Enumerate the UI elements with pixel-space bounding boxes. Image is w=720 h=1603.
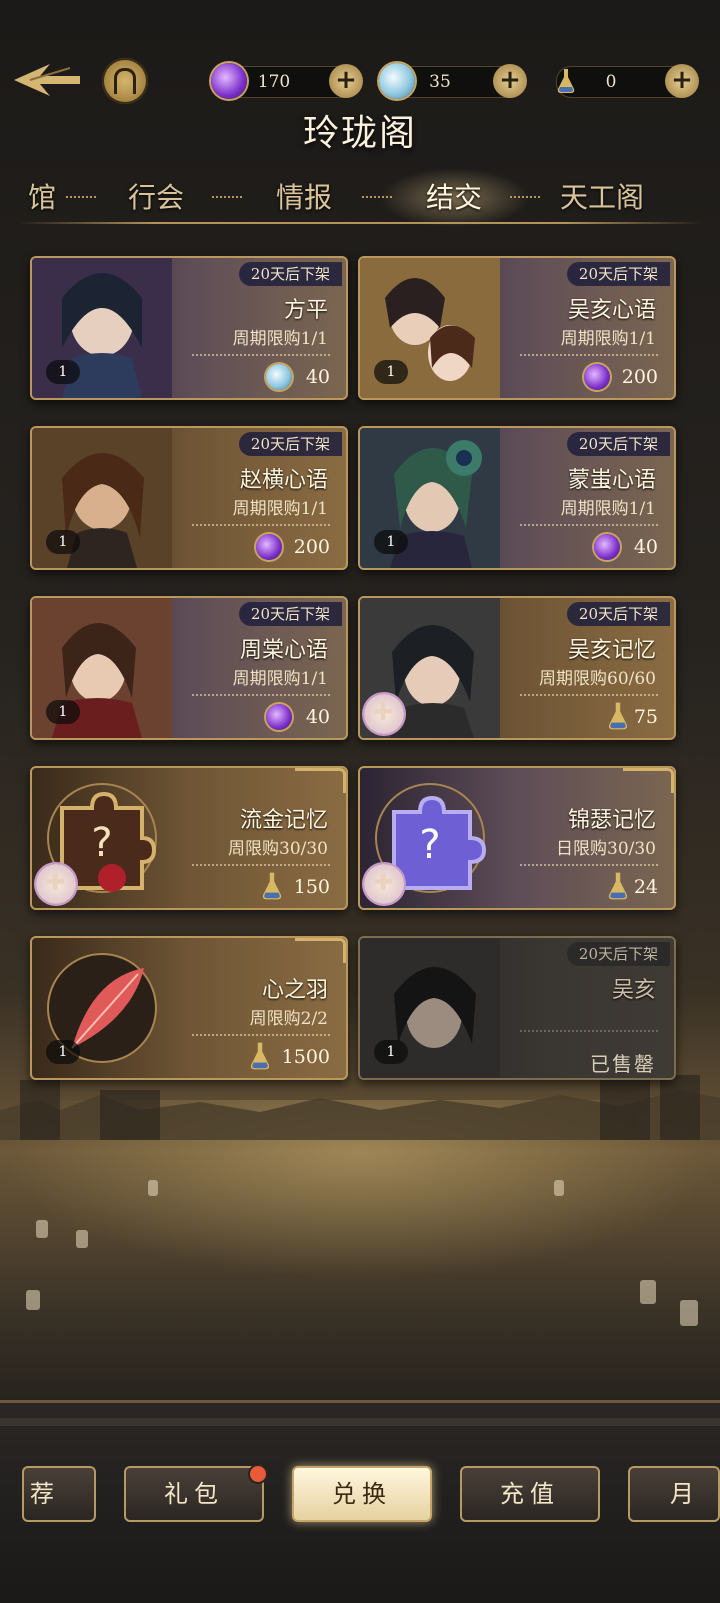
item-name: 吴亥 — [611, 978, 656, 1003]
item-price: 40 — [305, 366, 330, 388]
item-price: 75 — [633, 706, 658, 728]
expiry-badge: 20天后下架 — [238, 262, 342, 286]
currency-purple-gem: 170 + — [211, 63, 363, 99]
shop-item-wuhai-heart[interactable]: 1 20天后下架 吴亥心语 周期限购1/1 200 — [358, 256, 676, 400]
tab-tiangong[interactable]: 天工阁 — [560, 176, 644, 216]
flask-icon — [608, 702, 628, 730]
puzzle-piece-icon — [364, 694, 404, 734]
currency-value: 0 — [605, 72, 617, 92]
puzzle-piece-icon — [364, 864, 404, 904]
page-title: 玲珑阁 — [302, 113, 417, 154]
item-price: 1500 — [281, 1046, 330, 1068]
shop-item-zhaoheng-heart[interactable]: 1 20天后下架 赵横心语 周期限购1/1 200 — [30, 426, 348, 570]
sold-out-label: 已售罄 — [590, 1052, 656, 1076]
item-quantity: 1 — [46, 1040, 80, 1064]
notification-dot — [250, 1466, 266, 1482]
item-price: 150 — [293, 876, 330, 898]
item-price: 40 — [633, 536, 658, 558]
purchase-limit: 周限购2/2 — [249, 1009, 328, 1029]
purchase-limit: 日限购30/30 — [556, 839, 656, 859]
expiry-badge: 20天后下架 — [566, 602, 670, 626]
item-quantity: 1 — [374, 1040, 408, 1064]
shop-item-wuhai-memory[interactable]: 20天后下架 吴亥记忆 周期限购60/60 75 — [358, 596, 676, 740]
item-price: 200 — [293, 536, 330, 558]
item-price: 40 — [305, 706, 330, 728]
flask-icon — [250, 1042, 270, 1070]
purchase-limit: 周期限购1/1 — [232, 329, 328, 349]
item-name: 方平 — [283, 298, 328, 323]
purple-gem-icon — [594, 534, 620, 560]
item-name: 吴亥记忆 — [567, 638, 656, 663]
blue-pearl-icon — [266, 364, 292, 390]
shop-item-mengchi-heart[interactable]: 1 20天后下架 蒙蚩心语 周期限购1/1 40 — [358, 426, 676, 570]
currency-flask: 0 + — [556, 64, 699, 98]
home-icon[interactable] — [102, 58, 148, 104]
currency-value: 170 — [257, 72, 291, 92]
purple-gem-icon — [256, 534, 282, 560]
shop-item-jinse-memory[interactable]: ? 锦瑟记忆 日限购30/30 24 — [358, 766, 676, 910]
nav-recharge[interactable]: 充值 — [460, 1466, 600, 1522]
nav-exchange[interactable]: 兑换 — [292, 1466, 432, 1522]
purchase-limit: 周期限购1/1 — [232, 669, 328, 689]
purple-gem-icon — [584, 364, 610, 390]
purple-gem-icon — [266, 704, 292, 730]
add-currency-button[interactable]: + — [329, 64, 363, 98]
item-quantity: 1 — [374, 360, 408, 384]
nav-gift-pack[interactable]: 礼包 — [124, 1466, 264, 1522]
add-currency-button[interactable]: + — [665, 64, 699, 98]
item-quantity: 1 — [46, 700, 80, 724]
tab-intel[interactable]: 情报 — [276, 176, 332, 216]
tab-guild[interactable]: 行会 — [128, 176, 184, 216]
puzzle-piece-icon — [36, 864, 76, 904]
tab-divider — [18, 222, 702, 224]
background-scenery — [0, 1060, 720, 1326]
shop-item-zhoutang-heart[interactable]: 1 20天后下架 周棠心语 周期限购1/1 40 — [30, 596, 348, 740]
item-price: 24 — [633, 876, 658, 898]
add-currency-button[interactable]: + — [493, 64, 527, 98]
purchase-limit: 周期限购1/1 — [560, 329, 656, 349]
purchase-limit: 周限购30/30 — [228, 839, 328, 859]
shop-item-fangping[interactable]: 1 20天后下架 方平 周期限购1/1 40 — [30, 256, 348, 400]
item-name: 蒙蚩心语 — [567, 468, 656, 493]
tab-bar: 馆 行会 情报 结交 天工阁 — [0, 168, 720, 228]
item-name: 吴亥心语 — [567, 298, 656, 323]
currency-blue-pearl: 35 + — [379, 63, 527, 99]
flask-icon — [608, 872, 628, 900]
expiry-badge: 20天后下架 — [238, 432, 342, 456]
currency-value: 35 — [429, 72, 451, 92]
expiry-badge: 20天后下架 — [566, 432, 670, 456]
shop-item-wuhai-soldout[interactable]: 1 20天后下架 吴亥 已售罄 — [358, 936, 676, 1080]
expiry-badge: 20天后下架 — [566, 262, 670, 286]
expiry-badge: 20天后下架 — [238, 602, 342, 626]
item-name: 赵横心语 — [239, 468, 328, 493]
back-arrow-icon[interactable] — [10, 58, 82, 104]
purchase-limit: 周期限购1/1 — [232, 499, 328, 519]
shop-item-liujin-memory[interactable]: ? 流金记忆 周限购30/30 150 — [30, 766, 348, 910]
item-name: 心之羽 — [261, 978, 328, 1003]
nav-monthly[interactable]: 月 — [628, 1466, 720, 1522]
svg-text:?: ? — [91, 820, 112, 866]
purchase-limit: 周期限购1/1 — [560, 499, 656, 519]
item-quantity: 1 — [374, 530, 408, 554]
expiry-badge: 20天后下架 — [566, 942, 670, 966]
purchase-limit: 周期限购60/60 — [539, 669, 656, 689]
shop-item-heart-feather[interactable]: 1 心之羽 周限购2/2 1500 — [30, 936, 348, 1080]
tab-guan[interactable]: 馆 — [28, 176, 56, 216]
item-price: 200 — [621, 366, 658, 388]
nav-recommend[interactable]: 荐 — [22, 1466, 96, 1522]
tab-befriend[interactable]: 结交 — [426, 176, 482, 216]
item-name: 周棠心语 — [239, 638, 328, 663]
svg-text:?: ? — [419, 822, 440, 868]
flask-icon — [262, 872, 282, 900]
item-name: 流金记忆 — [239, 808, 328, 833]
item-name: 锦瑟记忆 — [567, 808, 656, 833]
item-quantity: 1 — [46, 530, 80, 554]
item-quantity: 1 — [46, 360, 80, 384]
